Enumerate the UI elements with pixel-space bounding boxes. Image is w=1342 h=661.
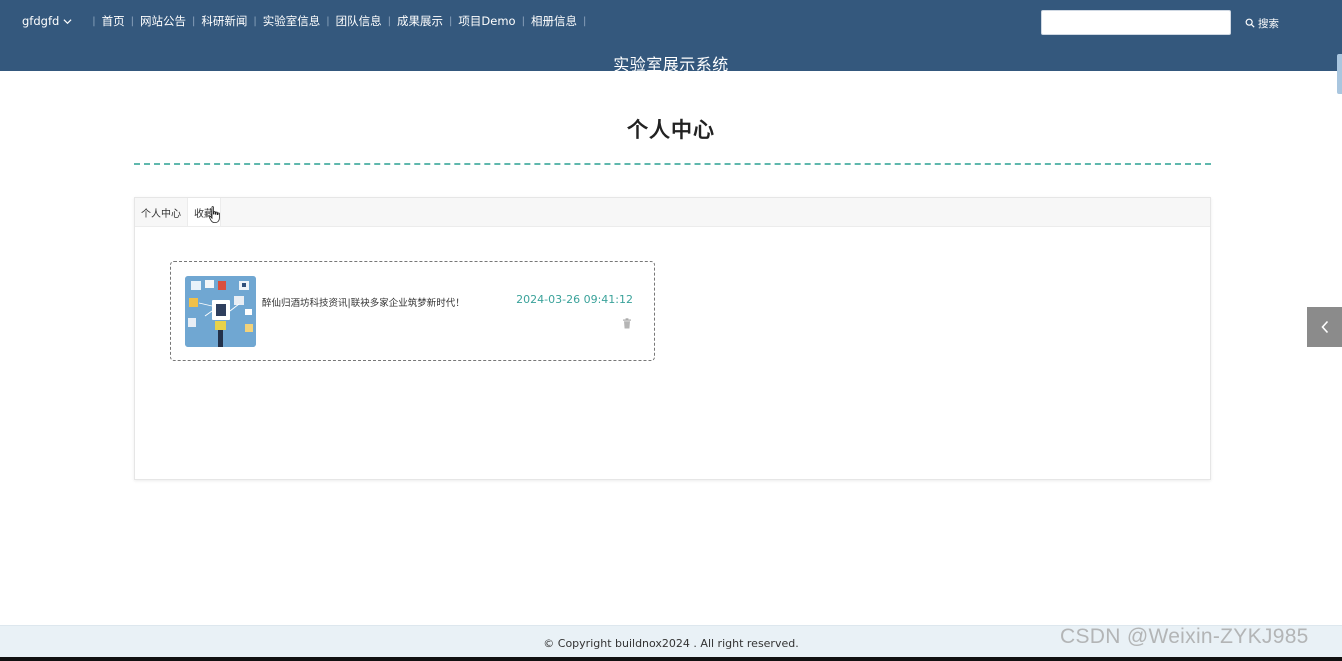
nav-separator: | xyxy=(449,15,453,27)
nav-separator: | xyxy=(521,15,525,27)
page: gfdgfd | 首页 | 网站公告 | 科研新闻 | 实验室信息 | 团队信息… xyxy=(0,0,1342,661)
trash-icon[interactable] xyxy=(622,318,632,329)
nav-item-home[interactable]: 首页 xyxy=(102,13,125,29)
heading-divider xyxy=(134,163,1211,165)
favorite-timestamp: 2024-03-26 09:41:12 xyxy=(516,293,633,306)
nav-item-announcements[interactable]: 网站公告 xyxy=(140,13,186,29)
search-icon xyxy=(1245,18,1255,28)
nav-separator: | xyxy=(253,15,257,27)
search-button-label: 搜索 xyxy=(1258,17,1279,30)
bottom-edge xyxy=(0,657,1342,661)
chevron-down-icon xyxy=(63,18,72,24)
chevron-left-icon xyxy=(1320,320,1328,334)
favorite-item[interactable]: 醉仙归酒坊科技资讯|联袂多家企业筑梦新时代！ 2024-03-26 09:41:… xyxy=(170,261,655,361)
tab-user-center[interactable]: 个人中心 xyxy=(135,198,187,226)
nav-item-research-news[interactable]: 科研新闻 xyxy=(201,13,247,29)
favorite-thumbnail[interactable] xyxy=(185,276,256,347)
nav-separator: | xyxy=(387,15,392,27)
nav-item-lab-info[interactable]: 实验室信息 xyxy=(263,13,321,29)
news-thumbnail-image xyxy=(185,276,256,347)
top-navbar: gfdgfd | 首页 | 网站公告 | 科研新闻 | 实验室信息 | 团队信息… xyxy=(0,0,1342,74)
nav-item-team-info[interactable]: 团队信息 xyxy=(336,13,382,29)
watermark: CSDN @Weixin-ZYKJ985 xyxy=(1060,625,1309,648)
pointer-cursor-icon xyxy=(209,206,220,223)
nav-item-project-demo[interactable]: 项目Demo xyxy=(458,13,515,29)
username: gfdgfd xyxy=(22,14,60,28)
nav-separator: | xyxy=(92,15,96,27)
nav-separator: | xyxy=(582,15,587,27)
tab-bar: 个人中心 收藏 xyxy=(135,198,1210,227)
page-title: 个人中心 xyxy=(627,118,715,142)
nav-item-achievements[interactable]: 成果展示 xyxy=(397,13,443,29)
search-input[interactable] xyxy=(1041,10,1231,35)
edge-handle[interactable] xyxy=(1337,54,1342,94)
site-title: 实验室展示系统 xyxy=(613,55,729,74)
nav-item-album[interactable]: 相册信息 xyxy=(531,13,577,29)
nav-separator: | xyxy=(192,15,196,27)
search-button[interactable]: 搜索 xyxy=(1245,16,1279,30)
favorite-title[interactable]: 醉仙归酒坊科技资讯|联袂多家企业筑梦新时代！ xyxy=(262,295,522,309)
nav-separator: | xyxy=(326,15,330,27)
nav-separator: | xyxy=(130,15,135,27)
side-panel-toggle[interactable] xyxy=(1307,307,1342,347)
user-menu[interactable]: gfdgfd xyxy=(22,14,72,28)
main-nav: gfdgfd | 首页 | 网站公告 | 科研新闻 | 实验室信息 | 团队信息… xyxy=(22,12,592,30)
